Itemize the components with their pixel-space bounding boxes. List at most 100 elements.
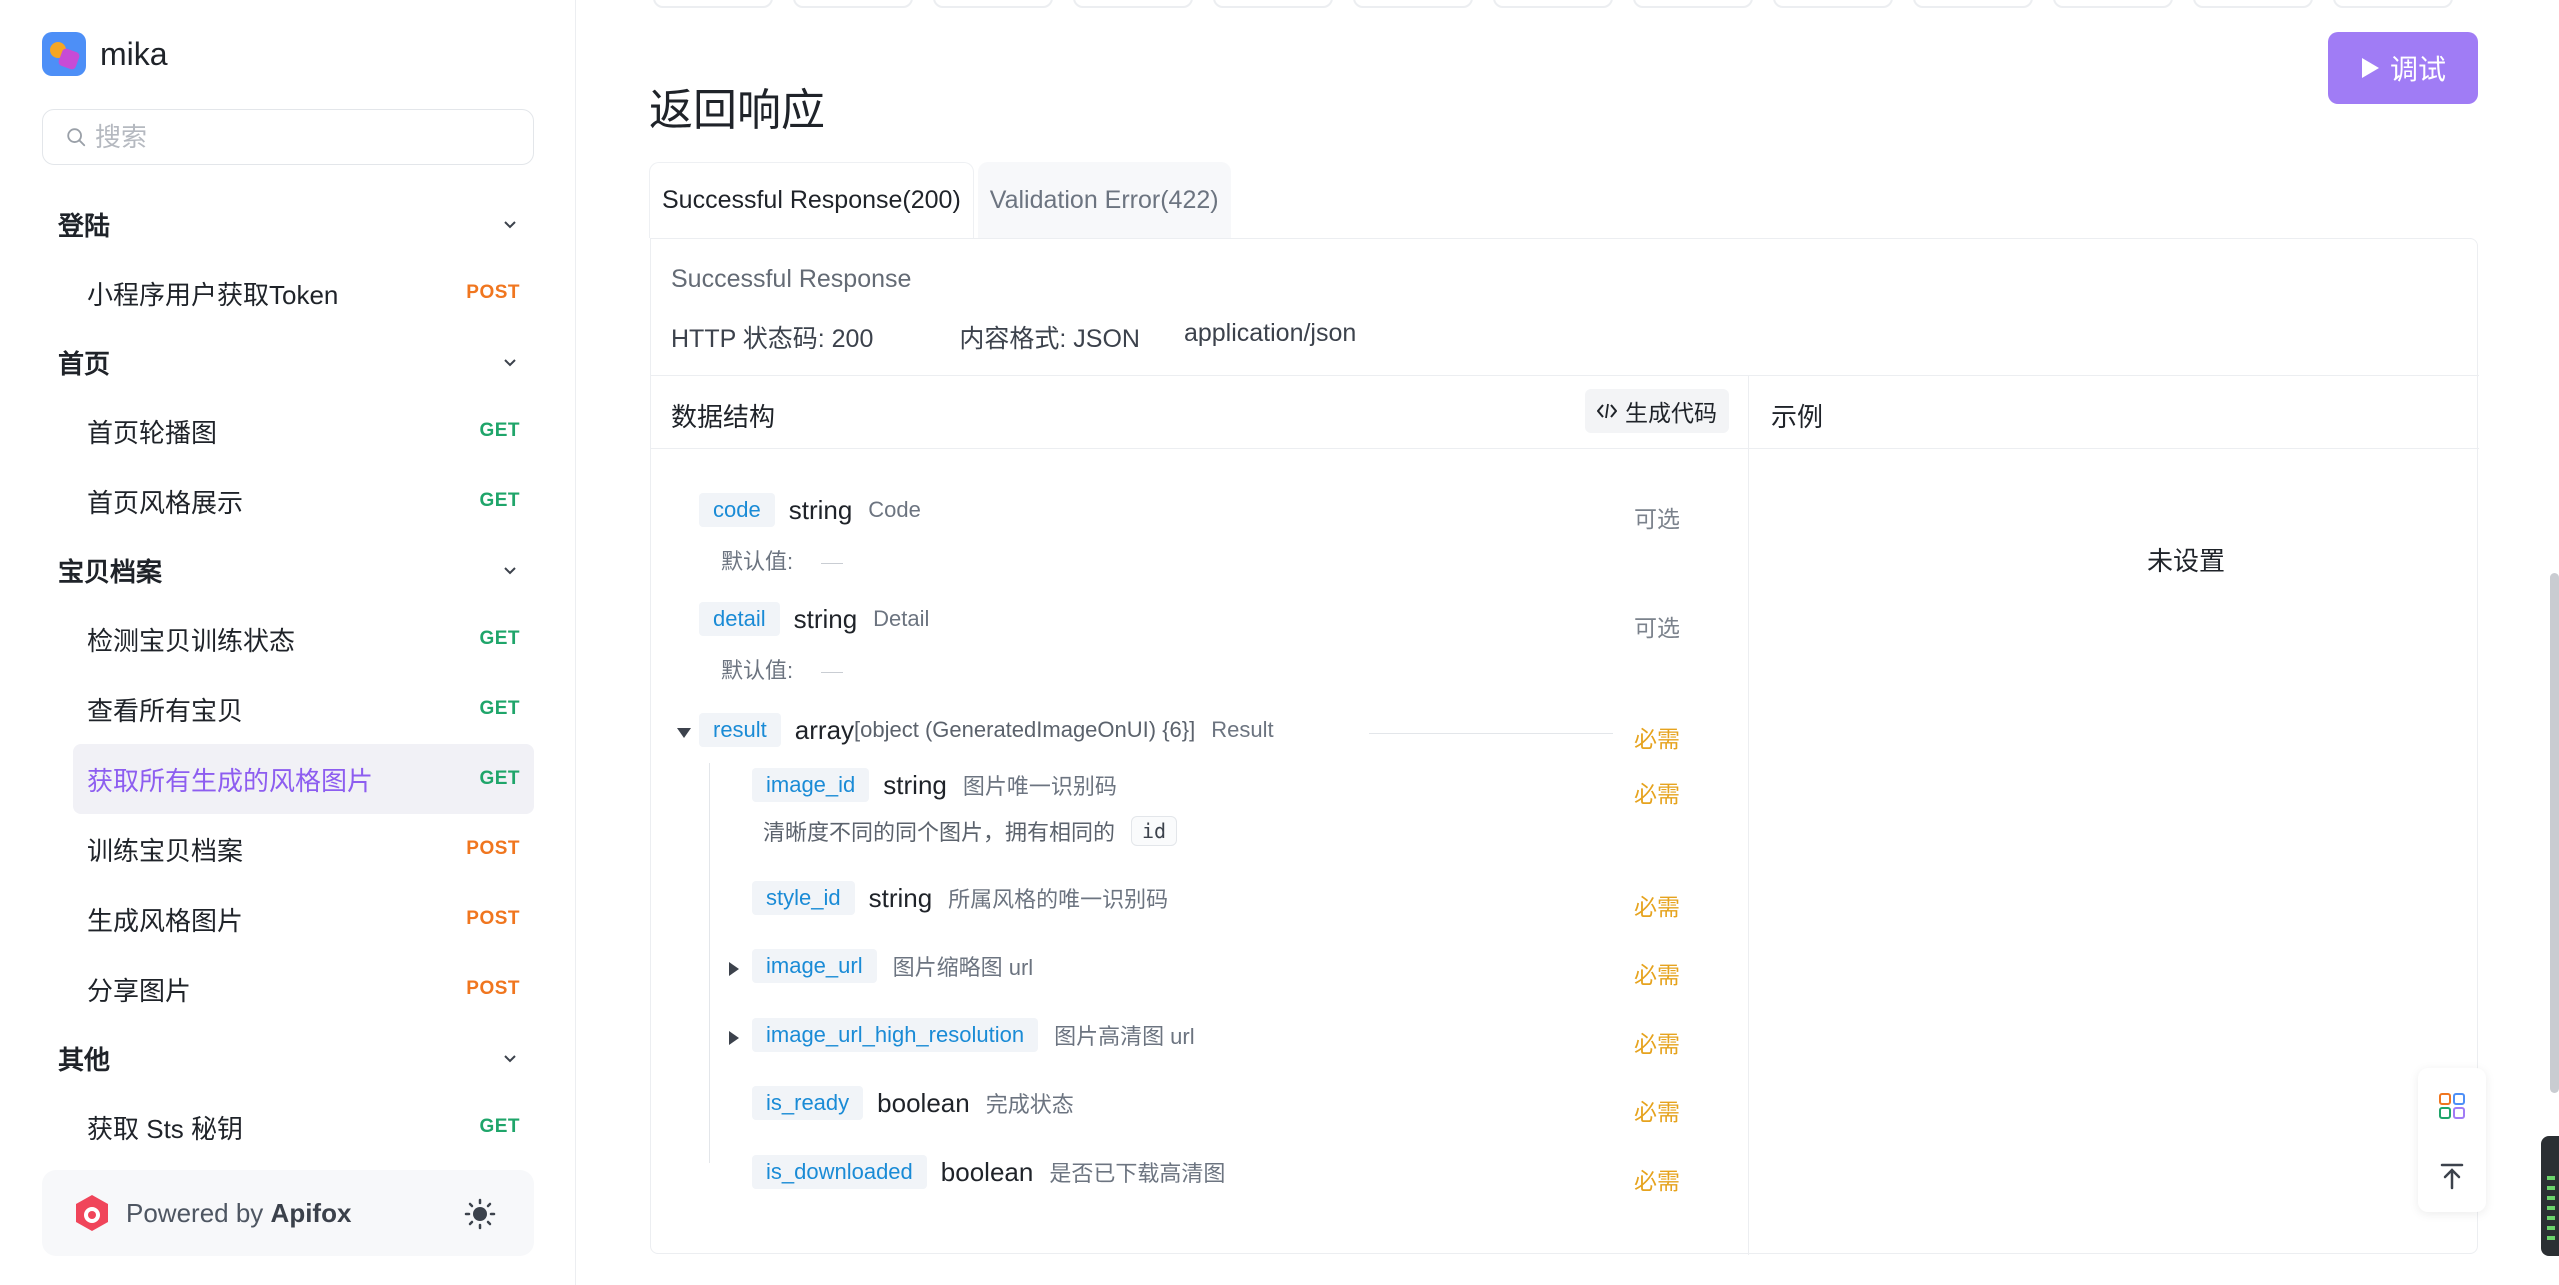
sidebar-item-label: 查看所有宝贝 [87, 695, 244, 726]
optional-label: 可选 [1634, 506, 1680, 532]
status-code: HTTP 状态码: 200 [671, 325, 874, 353]
brand[interactable]: mika [42, 32, 168, 76]
field-type: string [788, 494, 853, 525]
param-chip [1073, 0, 1193, 8]
content-format: 内容格式: JSON [959, 325, 1140, 353]
empty-default [821, 562, 844, 564]
param-chip [1913, 0, 2033, 8]
param-chip [1773, 0, 1893, 8]
sidebar-item-mini-token[interactable]: 小程序用户获取Token POST [73, 258, 534, 328]
sidebar-item-home-styles[interactable]: 首页风格展示 GET [73, 466, 534, 536]
method-badge: GET [479, 628, 520, 649]
sidebar-item-check-training[interactable]: 检测宝贝训练状态 GET [73, 604, 534, 674]
powered-by-footer[interactable]: Powered by Apifox [42, 1170, 534, 1256]
sidebar-item-share-image[interactable]: 分享图片 POST [73, 954, 534, 1024]
section-title: 返回响应 [649, 86, 825, 135]
field-name: result [699, 713, 781, 747]
required-label: 必需 [1634, 781, 1680, 807]
sidebar-item-generate-style[interactable]: 生成风格图片 POST [73, 884, 534, 954]
response-panel: Successful Response HTTP 状态码: 200 内容格式: … [650, 238, 2479, 1255]
chevron-down-icon[interactable] [500, 214, 520, 234]
tab-validation-error[interactable]: Validation Error(422) [977, 162, 1231, 238]
field-detail: detail string Detail [699, 602, 929, 636]
sidebar-group-home[interactable]: 首页 [42, 328, 534, 396]
param-chip [2053, 0, 2173, 8]
sidebar-group-login[interactable]: 登陆 [42, 190, 534, 258]
param-chip [653, 0, 773, 8]
expand-toggle-icon[interactable] [729, 1031, 739, 1045]
theme-toggle-sun-icon[interactable] [464, 1198, 496, 1230]
field-name: code [699, 493, 775, 527]
apps-grid-icon[interactable] [2438, 1092, 2466, 1120]
default-label-text: 默认值: [721, 549, 794, 574]
field-result: result array [object (GeneratedImageOnUI)… [699, 713, 1274, 747]
sidebar-item-sts-key[interactable]: 获取 Sts 秘钥 GET [73, 1092, 534, 1162]
field-image-url-high-resolution: image_url_high_resolution 图片高清图 url [752, 1018, 1195, 1052]
sidebar-item-all-babies[interactable]: 查看所有宝贝 GET [73, 674, 534, 744]
tree-guide-line [709, 763, 710, 1163]
field-name: detail [699, 602, 780, 636]
search-input[interactable] [95, 121, 495, 153]
collapse-toggle-icon[interactable] [677, 728, 691, 738]
powered-brand: Apifox [270, 1197, 352, 1228]
back-to-top-icon[interactable] [2438, 1162, 2466, 1190]
sidebar-item-label: 小程序用户获取Token [87, 279, 339, 310]
divider [1748, 375, 1749, 1255]
sidebar-group-other[interactable]: 其他 [42, 1024, 534, 1092]
schema-title: 数据结构 [671, 402, 776, 432]
field-type: boolean [940, 1156, 1034, 1187]
divider [651, 448, 2479, 449]
sidebar-item-home-banner[interactable]: 首页轮播图 GET [73, 396, 534, 466]
chevron-down-icon[interactable] [500, 560, 520, 580]
sidebar-item-label: 检测宝贝训练状态 [87, 625, 296, 656]
method-badge: GET [479, 1116, 520, 1137]
required-label: 必需 [1634, 1031, 1680, 1057]
method-badge: POST [466, 282, 520, 303]
expand-toggle-icon[interactable] [729, 962, 739, 976]
field-title: 图片高清图 url [1054, 1024, 1195, 1049]
method-badge: POST [466, 838, 520, 859]
field-name: is_downloaded [752, 1155, 927, 1189]
param-chip [1633, 0, 1753, 8]
method-badge: POST [466, 908, 520, 929]
default-value-label: 默认值: [721, 544, 844, 576]
field-title: 所属风格的唯一识别码 [948, 887, 1169, 912]
param-chip [1213, 0, 1333, 8]
scrollbar[interactable] [2550, 573, 2559, 1093]
edge-widget[interactable] [2541, 1136, 2559, 1256]
generate-code-button[interactable]: 生成代码 [1585, 389, 1729, 433]
required-label: 必需 [1634, 726, 1680, 752]
field-title: 图片唯一识别码 [962, 774, 1117, 799]
search-box[interactable] [42, 109, 534, 165]
field-title: Detail [873, 606, 930, 631]
sidebar: mika 登陆 小程序用户获取Token POST 首页 首页轮播图 GET 首… [0, 0, 576, 1285]
sidebar-group-baby-profile[interactable]: 宝贝档案 [42, 536, 534, 604]
sidebar-item-train-profile[interactable]: 训练宝贝档案 POST [73, 814, 534, 884]
divider [651, 375, 2479, 376]
optional-label: 可选 [1634, 615, 1680, 641]
example-title: 示例 [1771, 402, 1824, 432]
field-subtype: [object (GeneratedImageOnUI) {6}] [854, 717, 1196, 742]
field-type: string [883, 769, 947, 800]
field-style-id: style_id string 所属风格的唯一识别码 [752, 881, 1168, 915]
sidebar-item-label: 获取 Sts 秘钥 [87, 1113, 244, 1144]
powered-prefix: Powered by [126, 1197, 264, 1228]
method-badge: GET [479, 768, 520, 789]
field-name: image_url [752, 949, 877, 983]
field-is-downloaded: is_downloaded boolean 是否已下载高清图 [752, 1155, 1225, 1189]
tab-successful-response[interactable]: Successful Response(200) [649, 162, 974, 238]
sidebar-group-title: 其他 [58, 1044, 111, 1075]
field-title: Code [868, 497, 921, 522]
field-note-text: 清晰度不同的同个图片，拥有相同的 [763, 820, 1116, 845]
play-icon [2361, 58, 2379, 78]
debug-button[interactable]: 调试 [2328, 32, 2478, 104]
brand-name: mika [100, 35, 168, 72]
required-label: 必需 [1634, 1168, 1680, 1194]
sidebar-group-title: 登陆 [58, 210, 111, 241]
field-type: boolean [877, 1087, 970, 1118]
chevron-down-icon[interactable] [500, 1048, 520, 1068]
chevron-down-icon[interactable] [500, 352, 520, 372]
sidebar-item-all-style-images[interactable]: 获取所有生成的风格图片 GET [73, 744, 534, 814]
empty-default [821, 671, 844, 673]
search-icon [67, 128, 86, 147]
